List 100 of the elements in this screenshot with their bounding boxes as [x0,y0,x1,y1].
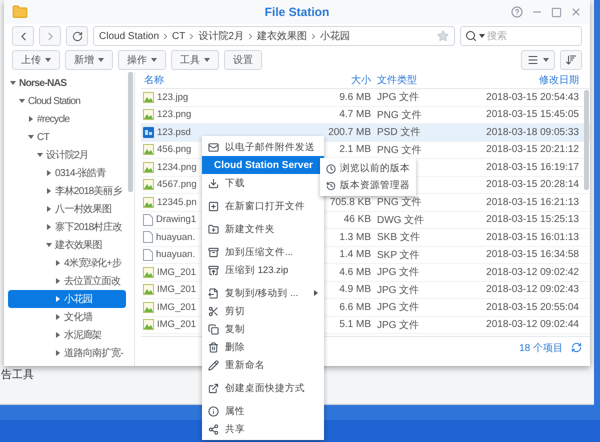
collapsed-arrow-icon[interactable] [55,332,61,338]
scrollbar[interactable] [584,90,589,190]
toolbar-button[interactable]: 设置 [224,50,262,70]
menu-item[interactable]: 创建桌面快捷方式 [202,374,324,397]
tree-item[interactable]: 去位置立面改 [8,272,126,290]
modified-date: 2018-03-15 20:21:12 [485,144,580,156]
expanded-arrow-icon[interactable] [10,80,16,86]
menu-item[interactable]: 属性 [202,397,324,420]
tree-item[interactable]: 4米宽绿化+步 [8,254,126,272]
tree-item[interactable]: 八一村效果图 [8,200,126,218]
collapsed-arrow-icon[interactable] [28,116,34,122]
sidebar-text[interactable]: 告工具 [1,367,34,382]
collapsed-arrow-icon[interactable] [55,314,61,320]
tree-item[interactable]: CT [8,128,126,146]
menu-item[interactable]: Cloud Station Server [202,156,324,174]
file-type: JPG 文件 [376,318,420,332]
image-file-icon [143,284,154,296]
sort-icon [565,54,577,66]
toolbar-button[interactable]: 新增 [65,50,113,70]
tree-item[interactable]: 道路向南扩宽- [8,344,126,362]
file-size: 6.6 MB [338,302,372,313]
tree-item[interactable]: 李林2018美丽乡 [8,182,126,200]
file-type: JPG 文件 [376,284,420,297]
file-size: 5.1 MB [338,319,372,330]
file-size: 2.1 MB [338,144,372,156]
file-type: PNG 文件 [376,144,422,157]
column-header[interactable]: 大小 [348,73,374,87]
share-icon [208,424,219,434]
path-segment[interactable]: CT [172,30,186,42]
back-button[interactable] [12,26,34,46]
tree-item[interactable]: 水泥廊架 [8,326,126,344]
tree-item[interactable]: 设计院2月 [8,146,126,164]
collapsed-arrow-icon[interactable] [46,206,52,212]
column-header[interactable]: 名称 [141,73,167,87]
collapsed-arrow-icon[interactable] [55,278,61,284]
history-icon [326,180,336,192]
path-segment[interactable]: 设计院2月 [198,29,244,43]
refresh-button[interactable] [66,26,88,46]
modified-date: 2018-03-15 20:55:04 [485,302,580,313]
caret-icon [98,58,104,62]
maximize-icon[interactable] [551,6,562,18]
caret-icon [45,58,51,62]
modified-date: 2018-03-15 15:25:13 [485,214,580,226]
menu-item[interactable]: 删除 [202,338,324,356]
view-button[interactable] [521,50,555,70]
menu-item[interactable]: 重新命名 [202,356,324,374]
search-icon[interactable] [465,30,477,42]
archive-icon [208,246,219,258]
path-field[interactable]: Cloud Station CT 设计院2月 建衣效果图 小花园 [93,26,455,46]
column-header[interactable]: 修改日期 [536,73,582,87]
tree-item[interactable]: 文化墙 [8,308,126,326]
close-icon[interactable] [570,6,582,18]
collapsed-arrow-icon[interactable] [46,224,52,230]
toolbar-button[interactable]: 工具 [171,50,219,70]
caret-icon [543,58,549,62]
item-count: 18 个项目 [519,342,563,354]
star-icon[interactable] [437,30,449,42]
clock-icon [326,162,336,174]
file-type: PSD 文件 [376,126,422,140]
menu-icon [527,54,539,66]
expanded-arrow-icon[interactable] [19,98,25,104]
collapsed-arrow-icon[interactable] [46,188,52,194]
file-row[interactable]: 123.psd 200.7 MB PSD 文件 2018-03-18 09:05:33 [141,124,590,142]
help-icon[interactable] [511,6,524,18]
tree-item[interactable]: 寨下2018村庄改 [8,218,126,236]
collapsed-arrow-icon[interactable] [55,260,61,266]
expanded-arrow-icon[interactable] [46,242,52,248]
menu-item[interactable]: 共享 [202,420,324,438]
search-field[interactable]: 搜索 [460,26,582,46]
file-name: IMG_201 [141,319,196,330]
expanded-arrow-icon[interactable] [37,152,43,158]
expanded-arrow-icon[interactable] [28,134,34,140]
tree-item[interactable]: #recycle [8,110,126,128]
scrollbar[interactable] [128,72,133,192]
shortcut-icon [208,382,219,394]
collapsed-arrow-icon[interactable] [55,350,61,356]
collapsed-arrow-icon[interactable] [55,296,61,302]
toolbar-button[interactable]: 操作 [118,50,166,70]
tree-item[interactable]: 0314-张皓青 [8,164,126,182]
tree-item[interactable]: 建衣效果图 [8,236,126,254]
file-size: 1.3 MB [338,232,372,243]
refresh-icon [72,30,82,42]
file-size: 1.4 MB [338,249,372,260]
scissors-icon [208,306,219,316]
path-segment[interactable]: Cloud Station [99,30,160,42]
image-file-icon [143,196,154,208]
menu-item[interactable]: 复制到/移动到 ... [202,279,324,302]
menu-item[interactable]: 压缩到 123.zip [202,261,324,279]
column-header[interactable]: 文件类型 [374,73,420,87]
tree-item[interactable]: Cloud Station [8,92,126,110]
sort-button[interactable] [560,50,582,70]
refresh-icon[interactable] [571,342,582,353]
collapsed-arrow-icon[interactable] [46,170,52,176]
tree-item[interactable]: Norse-NAS [8,74,126,92]
tree-item[interactable]: 小花园 [8,290,126,308]
path-segment[interactable]: 建衣效果图 [256,29,307,43]
toolbar-button[interactable]: 上传 [12,50,60,70]
image-file-icon [143,144,154,156]
path-segment[interactable]: 小花园 [320,29,350,43]
modified-date: 2018-03-15 16:34:58 [485,249,580,260]
